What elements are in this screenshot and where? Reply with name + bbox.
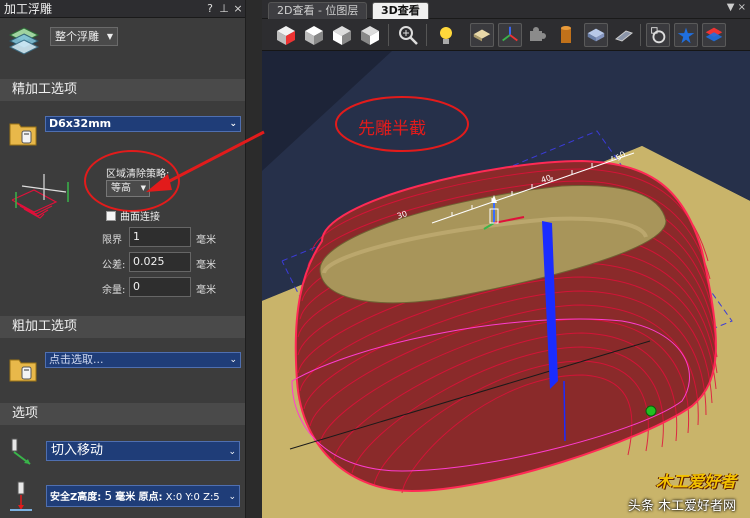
watermark-text: 头条 木工爱好者网 (627, 499, 736, 514)
layer-shade-icon[interactable] (584, 23, 608, 47)
top-view-icon[interactable] (302, 23, 326, 47)
panel-splitter[interactable] (246, 0, 262, 518)
toolbar-separator (388, 24, 389, 46)
rough-section-header[interactable]: 粗加工选项 (0, 316, 245, 338)
help-button[interactable]: ? (203, 2, 217, 15)
allowance-label: 余量: (102, 285, 126, 296)
side-view-icon[interactable] (358, 23, 382, 47)
chevron-down-icon: ⌄ (228, 492, 236, 502)
lead-in-select[interactable]: 切入移动 ⌄ (46, 441, 240, 461)
chevron-down-icon: ⌄ (228, 447, 236, 457)
toolbar-separator (640, 24, 641, 46)
lead-in-icon (11, 438, 31, 465)
finish-tool-value: D6x32mm (49, 117, 112, 130)
watermark-logo: 木工爱好者 (655, 472, 736, 491)
tab-controls[interactable]: ▼ × (727, 2, 746, 13)
allowance-unit: 毫米 (196, 285, 216, 296)
lead-in-value: 切入移动 (51, 443, 104, 458)
relief-machining-panel: 加工浮雕 ? ⊥ × 整个浮雕 ▼ 精加工选项 D6x32mm ⌄ 区域清除策略… (0, 0, 246, 518)
vector-plane-icon[interactable] (612, 23, 636, 47)
toolpath-preview-icon[interactable] (646, 23, 670, 47)
mode-select[interactable]: 整个浮雕 ▼ (50, 27, 118, 46)
rough-tool-value: 点击选取... (49, 353, 104, 366)
strategy-select-value: 等高 (111, 183, 131, 194)
pin-button[interactable]: ⊥ (217, 2, 231, 15)
safe-z-select[interactable]: 安全Z高度: 5 毫米 原点: X:0 Y:0 Z:5 ⌄ (46, 485, 240, 507)
relief-layers-icon (8, 27, 40, 55)
surface-connect-label: 曲面连接 (120, 212, 160, 223)
options-section-header[interactable]: 选项 (0, 403, 245, 425)
chevron-down-icon: ⌄ (229, 355, 237, 365)
layers-stack-icon[interactable] (702, 23, 726, 47)
front-view-icon[interactable] (330, 23, 354, 47)
safe-z-value: 5 (104, 489, 113, 503)
tab-2d-view[interactable]: 2D查看 - 位图层 (268, 2, 368, 19)
rough-tool-row: 点击选取... ⌄ (0, 350, 245, 390)
raster-strategy-icon (11, 174, 69, 219)
view-toolbar (262, 19, 750, 51)
show-material-icon[interactable] (470, 23, 494, 47)
toolbar-separator (426, 24, 427, 46)
panel-titlebar: 加工浮雕 ? ⊥ × (0, 0, 245, 18)
tab-3d-view[interactable]: 3D查看 (372, 2, 429, 19)
annotation-arrow (146, 130, 265, 192)
iso-view-icon[interactable] (274, 23, 298, 47)
lightbulb-icon[interactable] (434, 23, 458, 47)
surface-connect-row[interactable]: 曲面连接 (106, 208, 160, 223)
limit-input[interactable]: 1 (129, 227, 191, 247)
folder-tool-icon[interactable] (8, 354, 38, 384)
mode-select-value: 整个浮雕 (55, 30, 99, 43)
chevron-down-icon: ▼ (106, 32, 113, 41)
limit-label: 限界 (102, 235, 122, 246)
origin-value: X:0 Y:0 Z:5 (165, 492, 220, 503)
safe-z-unit: 毫米 (115, 492, 136, 503)
puzzle-icon[interactable] (526, 23, 550, 47)
origin-label: 原点: (138, 492, 163, 503)
annotation-text: 先雕半截 (358, 119, 426, 139)
view-tabstrip: 2D查看 - 位图层 3D查看 ▼ × (262, 0, 750, 19)
start-point-dot (645, 405, 657, 417)
zoom-icon[interactable] (396, 23, 420, 47)
tolerance-input[interactable]: 0.025 (129, 252, 191, 272)
folder-tool-icon[interactable] (8, 118, 38, 148)
surface-connect-checkbox[interactable] (106, 210, 116, 221)
panel-title: 加工浮雕 (4, 2, 53, 16)
tolerance-unit: 毫米 (196, 260, 216, 271)
axes-icon[interactable] (498, 23, 522, 47)
safe-z-label: 安全Z高度: (50, 492, 102, 503)
mode-row: 整个浮雕 ▼ (0, 18, 245, 64)
finish-section-header[interactable]: 精加工选项 (0, 79, 245, 101)
safe-z-icon (10, 481, 32, 511)
tolerance-label: 公差: (102, 260, 126, 271)
allowance-input[interactable]: 0 (129, 277, 191, 297)
cylinder-icon[interactable] (554, 23, 578, 47)
rough-tool-select[interactable]: 点击选取... ⌄ (45, 352, 241, 368)
limit-unit: 毫米 (196, 235, 216, 246)
close-button[interactable]: × (231, 2, 245, 15)
star-vector-icon[interactable] (674, 23, 698, 47)
3d-viewport[interactable]: 30 40 50 先雕半截 木工爱好者 头条 木工爱好者网 (262, 51, 750, 518)
